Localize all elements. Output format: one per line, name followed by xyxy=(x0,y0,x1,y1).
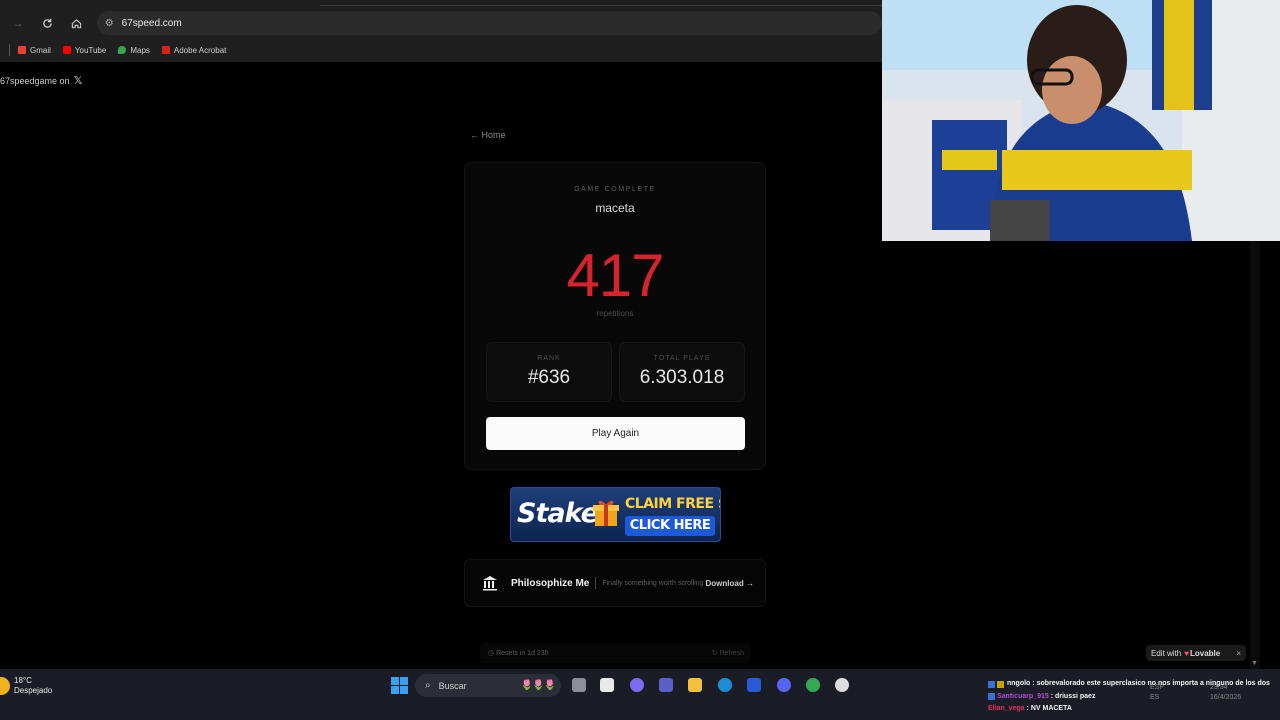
bookmark-gmail[interactable]: Gmail xyxy=(18,46,51,55)
bookmarks-bar: Gmail YouTube Maps Adobe Acrobat xyxy=(0,38,882,62)
browser-toolbar: → ⚙ 67speed.com xyxy=(0,8,883,38)
rank-stat: RANK #636 xyxy=(486,342,612,402)
tulips-icon: 🌷🌷🌷 xyxy=(520,680,556,691)
bookmark-youtube[interactable]: YouTube xyxy=(62,45,107,55)
x-link-label: 67speedgame on xyxy=(0,75,70,86)
home-link[interactable]: ← Home xyxy=(470,130,506,140)
scrollbar[interactable]: ▼ xyxy=(1250,241,1260,669)
chat-message: Santicuarp_915 : driussi paez xyxy=(988,691,1280,704)
windows-start-icon[interactable] xyxy=(391,677,408,694)
url-text: 67speed.com xyxy=(121,17,182,29)
badge-icon xyxy=(988,693,995,701)
bookmark-label: Gmail xyxy=(30,45,51,55)
youtube-icon xyxy=(62,46,71,54)
taskbar-search[interactable]: ⌕ Buscar 🌷🌷🌷 xyxy=(415,674,561,697)
chat-message: Elian_vega : NV MACETA xyxy=(988,703,1280,716)
chat-message: nngolo : sobrevalorado este superclasico… xyxy=(988,678,1280,691)
ad-brand: Stake xyxy=(517,498,599,529)
bookmark-maps[interactable]: Maps xyxy=(118,46,150,55)
promo-title: Philosophize Me xyxy=(511,577,590,589)
bookmark-label: YouTube xyxy=(74,45,107,55)
chat-username: Elian_vega xyxy=(988,705,1025,712)
player-name: maceta xyxy=(595,201,635,215)
score-value: 417 xyxy=(566,242,664,309)
chrome-icon[interactable] xyxy=(806,678,820,692)
play-again-button[interactable]: Play Again xyxy=(486,417,745,450)
teams-icon[interactable] xyxy=(659,678,673,692)
gmail-icon xyxy=(18,46,26,54)
maps-icon xyxy=(118,46,127,54)
settings-icon[interactable] xyxy=(835,678,849,692)
bookmark-divider xyxy=(9,44,10,56)
screen: → ⚙ 67speed.com Gmail YouTube Maps Adobe… xyxy=(0,0,1280,720)
discord-icon[interactable] xyxy=(777,678,791,692)
store-icon[interactable] xyxy=(747,678,761,692)
edge-icon[interactable] xyxy=(718,678,732,692)
address-bar[interactable]: ⚙ 67speed.com xyxy=(96,11,883,35)
lovable-heart-icon: ♥ xyxy=(1184,648,1189,658)
temperature: 18°C xyxy=(14,676,32,685)
task-view-icon[interactable] xyxy=(572,678,586,692)
search-placeholder: Buscar xyxy=(438,680,467,691)
rank-value: #636 xyxy=(527,367,571,388)
edit-with-lovable-badge[interactable]: Edit with ♥ Lovable × xyxy=(1146,645,1246,661)
reset-timer: ◷ Resets in 1d 23h xyxy=(488,650,549,657)
pillar-building-icon xyxy=(483,576,497,591)
stream-chat-overlay: nngolo : sobrevalorado este superclasico… xyxy=(988,678,1280,716)
promo-subtitle: Finally something worth scrolling xyxy=(602,579,704,587)
sun-icon xyxy=(0,677,10,695)
chat-text: driussi paez xyxy=(1054,692,1096,700)
total-plays-value: 6.303.018 xyxy=(639,367,725,388)
philosophize-promo[interactable]: Philosophize Me Finally something worth … xyxy=(464,559,766,607)
webcam-feed-image xyxy=(882,0,1280,241)
game-complete-label: GAME COMPLETE xyxy=(574,186,656,193)
scroll-down-icon[interactable]: ▼ xyxy=(1251,660,1258,667)
acrobat-icon xyxy=(161,46,170,54)
result-card: GAME COMPLETE maceta 417 repetitions RAN… xyxy=(464,162,766,470)
file-explorer-icon[interactable] xyxy=(688,678,702,692)
copilot-icon[interactable] xyxy=(630,678,644,692)
chat-text: NV MACETA xyxy=(1030,705,1072,712)
weather-widget[interactable]: 18°C Despejado xyxy=(0,676,52,696)
total-plays-stat: TOTAL PLAYS 6.303.018 xyxy=(619,342,745,402)
capcut-icon[interactable] xyxy=(600,678,614,692)
ad-cta: CLICK HERE xyxy=(625,516,715,536)
gift-icon xyxy=(593,500,619,526)
home-icon[interactable] xyxy=(65,11,89,35)
refresh-button[interactable]: ↻ Refresh xyxy=(712,649,744,657)
weather-condition: Despejado xyxy=(14,686,53,695)
badge-icon xyxy=(988,680,995,688)
tab-strip xyxy=(0,0,882,8)
site-info-icon[interactable]: ⚙ xyxy=(105,18,114,29)
reload-icon[interactable] xyxy=(36,11,60,35)
chat-username: Santicuarp_915 xyxy=(997,692,1049,700)
refresh-label: Refresh xyxy=(719,650,744,657)
chat-username: nngolo xyxy=(1007,680,1031,687)
lovable-prefix: Edit with xyxy=(1151,648,1182,658)
promo-download-link[interactable]: Download → xyxy=(706,579,754,588)
bookmark-label: Adobe Acrobat xyxy=(173,45,227,55)
promo-divider xyxy=(595,577,597,589)
lovable-brand: Lovable xyxy=(1189,648,1221,658)
score-label: repetitions xyxy=(596,309,634,318)
badge-icon xyxy=(997,680,1004,688)
x-logo-icon: 𝕏 xyxy=(73,75,83,87)
bookmark-label: Maps xyxy=(130,45,150,55)
chat-text: sobrevalorado este superclasico no nos i… xyxy=(1036,680,1270,687)
webcam-overlay xyxy=(882,0,1280,241)
forward-icon[interactable]: → xyxy=(6,11,30,35)
reset-text: Resets in 1d 23h xyxy=(496,650,549,657)
total-plays-label: TOTAL PLAYS xyxy=(653,355,711,362)
bookmark-acrobat[interactable]: Adobe Acrobat xyxy=(161,45,227,55)
stake-ad-banner[interactable]: Stake CLAIM FREE $35 CLICK HERE xyxy=(510,487,721,542)
search-icon: ⌕ xyxy=(425,680,431,691)
rank-label: RANK xyxy=(537,355,561,362)
close-icon[interactable]: × xyxy=(1236,649,1241,658)
x-social-link[interactable]: 67speedgame on 𝕏 xyxy=(0,74,82,87)
reset-bar: ◷ Resets in 1d 23h ↻ Refresh xyxy=(480,643,750,663)
ad-headline: CLAIM FREE $35 xyxy=(625,496,720,512)
